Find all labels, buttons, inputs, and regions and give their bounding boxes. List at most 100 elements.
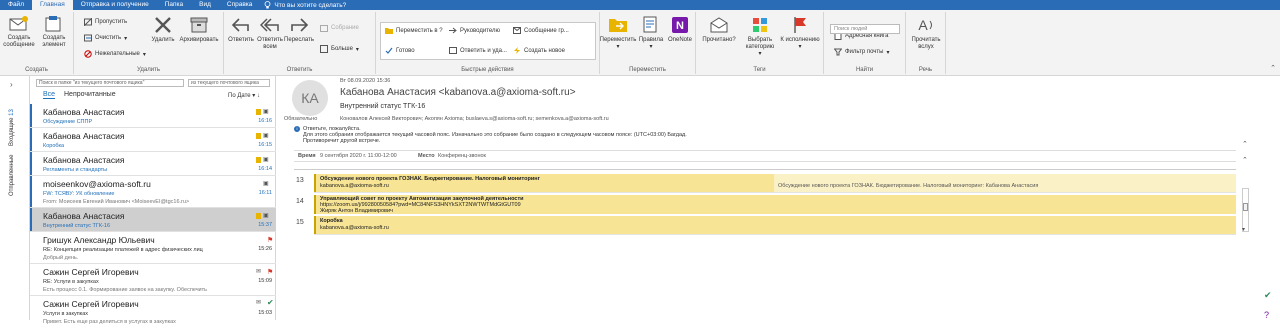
tab-view[interactable]: Вид (191, 0, 219, 10)
list-item[interactable]: Гришук Александр Юльевич RE: Концепция р… (30, 232, 276, 264)
rules-icon (643, 16, 657, 33)
delete-row-icon[interactable]: ▣ (263, 180, 269, 187)
qs-done[interactable]: Готово (385, 47, 415, 54)
unread-bar (30, 104, 32, 127)
ignore-icon (84, 18, 92, 26)
read-aloud-button[interactable]: A Прочитать вслух (908, 15, 944, 51)
delete-row-icon[interactable]: ▣ (263, 108, 269, 115)
list-item[interactable]: Кабанова Анастасия Обсуждение СППР 16:16 (30, 104, 276, 128)
onenote-button[interactable]: N OneNote (666, 15, 694, 44)
meeting-request-icon (256, 109, 261, 115)
nav-inbox[interactable]: Входящие 13 (9, 109, 15, 146)
tell-me-box[interactable]: Что вы хотите сделать? (264, 1, 346, 9)
tab-help[interactable]: Справка (219, 0, 261, 10)
qs-manager[interactable]: Руководителю (449, 27, 500, 34)
tab-home[interactable]: Главная (31, 0, 73, 10)
check-icon[interactable]: ✔ (267, 298, 274, 307)
scrollbar-thumb[interactable] (1243, 203, 1248, 211)
archive-button[interactable]: Архивировать (178, 15, 220, 44)
sent-date: Вт 08.09.2020 15:36 (340, 78, 391, 84)
calendar-event[interactable]: Обсуждение нового проекта ГОЗНАК. Бюджет… (314, 174, 774, 192)
flag-icon[interactable]: ⚑ (267, 268, 273, 276)
tab-send-receive[interactable]: Отправка и получение (73, 0, 157, 10)
junk-icon (84, 50, 92, 58)
read-unread-button[interactable]: Прочитано? (700, 15, 738, 44)
group-move: Переместить ▾ Правила ▾ N OneNote Перемест… (600, 12, 696, 74)
list-item[interactable]: Сажин Сергей Игоревич Услуги в закупках … (30, 296, 276, 328)
reply-button[interactable]: Ответить (227, 15, 255, 44)
move-button[interactable]: Переместить ▾ (600, 15, 636, 51)
list-item[interactable]: Сажин Сергей Игоревич RE: Услуги в закуп… (30, 264, 276, 296)
qs-create-new[interactable]: Создать новое (513, 47, 565, 54)
tab-file[interactable]: Файл (0, 0, 32, 10)
delete-row-icon[interactable]: ▣ (263, 212, 269, 219)
tab-folder[interactable]: Папка (157, 0, 191, 10)
calendar-event[interactable]: Управляющий совет по проекту Автоматизац… (314, 195, 1236, 214)
search-scope-dropdown[interactable]: из текущего почтового ящика (188, 79, 270, 87)
filter-unread[interactable]: Непрочитанные (64, 91, 116, 98)
rules-button[interactable]: Правила ▾ (638, 15, 664, 51)
flag-icon[interactable]: ⚑ (267, 236, 273, 244)
new-email-button[interactable]: Создать сообщение (3, 15, 35, 49)
filter-email-button[interactable]: Фильтр почты ▾ (834, 48, 889, 56)
sort-dropdown[interactable]: По Дате ▾ ↓ (228, 92, 260, 99)
conflict-event[interactable]: Обсуждение нового проекта ГОЗНАК. Бюджет… (774, 174, 1236, 192)
scroll-down-icon[interactable]: ▾ (1242, 226, 1245, 233)
scroll-up-icon[interactable]: ⌃ (1242, 156, 1248, 164)
qs-team-email[interactable]: Сообщение гр... (513, 27, 569, 34)
sender[interactable]: Кабанова Анастасия <kabanova.a@axioma-so… (340, 87, 576, 98)
collapse-ribbon-icon[interactable]: ⌃ (1270, 64, 1276, 72)
meeting-request-icon (256, 213, 261, 219)
forward-button[interactable]: Переслать (284, 15, 314, 44)
team-email-icon (513, 27, 521, 34)
list-item[interactable]: moiseenkov@axioma-soft.ru FW: ТСЯВУ: УК … (30, 176, 276, 208)
attendees: Коновалов Алексей Викторович; Акопян Axi… (340, 116, 609, 122)
location-label: Место (418, 153, 435, 159)
ribbon-tabs: Файл Главная Отправка и получение Папка … (0, 0, 1280, 10)
when-value: 9 сентября 2020 г. 11:00-12:00 (320, 153, 397, 159)
reply-icon: ✉ (256, 269, 262, 275)
expand-pane-icon[interactable]: › (10, 80, 13, 89)
meeting-icon (320, 25, 328, 32)
list-item-selected[interactable]: Кабанова Анастасия Внутренний статус ТГК… (30, 208, 276, 232)
delete-button[interactable]: Удалить (150, 15, 176, 44)
svg-text:N: N (676, 20, 684, 32)
clean-up-button[interactable]: Очистить ▾ (84, 34, 127, 42)
nav-sent[interactable]: Отправленные (9, 154, 15, 196)
list-item[interactable]: Кабанова Анастасия Коробка 16:15 (30, 128, 276, 152)
calendar-event[interactable]: Коробка kabanova.a@axioma-soft.ru (314, 216, 1236, 234)
reply-icon (231, 18, 249, 32)
group-respond: Ответить Ответить всем Переслать Собрани… (224, 12, 376, 74)
qs-reply-delete[interactable]: Ответить и уда... (449, 47, 507, 54)
meeting-button[interactable]: Собрание (320, 24, 359, 32)
reply-all-icon (260, 18, 279, 32)
meeting-details-bar: Время 9 сентября 2020 г. 11:00-12:00 Мес… (294, 150, 1236, 162)
unread-bar (30, 152, 32, 175)
search-people-input[interactable]: Поиск людей (830, 24, 900, 34)
status-check-icon: ✔ (1264, 290, 1272, 300)
categorize-button[interactable]: Выбрать категорию ▾ (740, 15, 780, 58)
folder-icon (609, 19, 627, 32)
delete-row-icon[interactable]: ▣ (263, 132, 269, 139)
arrow-right-icon (449, 27, 457, 34)
ignore-button[interactable]: Пропустить (84, 18, 127, 26)
forward-icon (291, 18, 309, 32)
collapse-icon[interactable]: ⌃ (1242, 140, 1248, 148)
archive-icon (190, 17, 208, 33)
more-button[interactable]: Больше ▾ (320, 45, 359, 53)
list-item[interactable]: Кабанова Анастасия Регламенты и стандарт… (30, 152, 276, 176)
help-icon[interactable]: ? (1264, 310, 1269, 320)
follow-up-button[interactable]: К исполнению ▾ (780, 15, 820, 51)
group-quick-label: Быстрые действия (461, 67, 514, 73)
new-items-button[interactable]: Создать элемент (37, 15, 71, 49)
qs-move[interactable]: Переместить в ? (385, 27, 443, 34)
delete-row-icon[interactable]: ▣ (263, 156, 269, 163)
filter-all[interactable]: Все (43, 91, 56, 99)
reply-all-button[interactable]: Ответить всем (256, 15, 284, 51)
junk-button[interactable]: Нежелательные ▾ (84, 50, 146, 58)
unread-bar (30, 128, 32, 151)
tell-me-label: Что вы хотите сделать? (274, 1, 347, 9)
group-create-label: Создать (25, 67, 48, 73)
search-input[interactable]: Поиск в папке "из текущего почтового ящи… (36, 79, 184, 87)
location-value: Конференц-звонок (438, 153, 486, 159)
